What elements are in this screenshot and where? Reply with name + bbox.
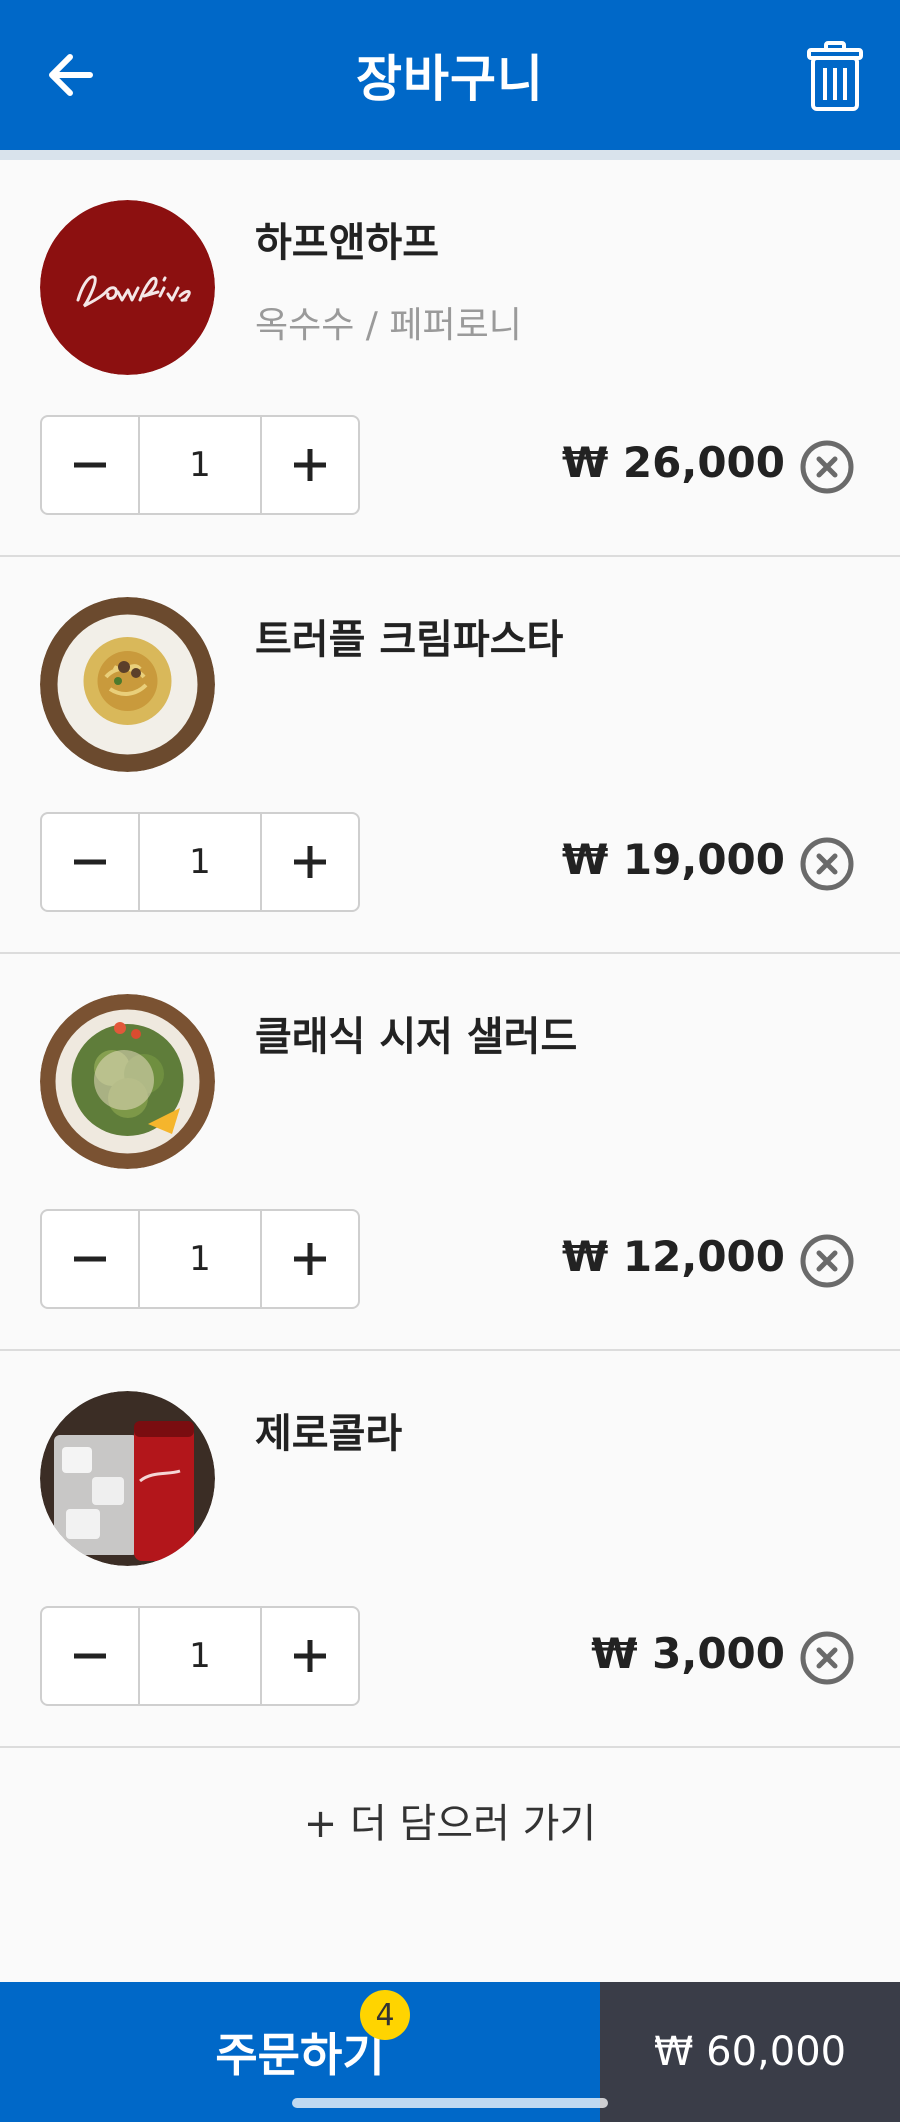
increase-quantity-button[interactable]: [262, 417, 358, 513]
quantity-stepper: 1: [40, 415, 360, 515]
item-price: ₩ 12,000: [561, 1232, 785, 1281]
item-image-lowfive-logo: [40, 200, 215, 375]
plus-icon: [294, 449, 326, 481]
minus-icon: [74, 859, 106, 865]
item-image-zero-cola-photo: [40, 1391, 215, 1566]
plus-icon: [294, 846, 326, 878]
remove-item-button[interactable]: [800, 837, 854, 891]
cart-item: 제로콜라 1 ₩ 3,000: [0, 1351, 900, 1748]
app-bar: 장바구니: [0, 0, 900, 150]
app-bar-shadow: [0, 150, 900, 160]
order-button-label: 주문하기: [215, 2028, 385, 2082]
remove-item-button[interactable]: [800, 1234, 854, 1288]
item-image-truffle-pasta-photo: [40, 597, 215, 772]
clear-cart-button[interactable]: [806, 40, 864, 112]
plus-icon: [294, 1243, 326, 1275]
quantity-value: 1: [138, 814, 262, 910]
back-button[interactable]: [40, 45, 100, 105]
remove-item-button[interactable]: [800, 440, 854, 494]
page-title: 장바구니: [356, 50, 544, 108]
increase-quantity-button[interactable]: [262, 1608, 358, 1704]
plus-icon: [294, 1640, 326, 1672]
item-name: 제로콜라: [255, 1411, 403, 1457]
home-indicator: [292, 2098, 608, 2108]
remove-item-button[interactable]: [800, 1631, 854, 1685]
close-circle-icon: [800, 837, 854, 891]
cart-item: 하프앤하프 옥수수 / 페퍼로니 1 ₩ 26,000: [0, 160, 900, 557]
add-more-button[interactable]: + 더 담으러 가기: [0, 1780, 900, 1860]
item-image-caesar-salad-photo: [40, 994, 215, 1169]
cart-item: 클래식 시저 샐러드 1 ₩ 12,000: [0, 954, 900, 1351]
item-option: 옥수수 / 페퍼로니: [255, 305, 522, 346]
cart-item: 트러플 크림파스타 1 ₩ 19,000: [0, 557, 900, 954]
item-name: 트러플 크림파스타: [255, 617, 564, 663]
quantity-value: 1: [138, 1211, 262, 1307]
item-price: ₩ 19,000: [561, 835, 785, 884]
close-circle-icon: [800, 440, 854, 494]
decrease-quantity-button[interactable]: [42, 417, 138, 513]
item-price: ₩ 26,000: [561, 438, 785, 487]
total-price: ₩ 60,000: [600, 1982, 900, 2122]
cart-count-badge: 4: [360, 1990, 410, 2040]
close-circle-icon: [800, 1631, 854, 1685]
quantity-value: 1: [138, 417, 262, 513]
quantity-stepper: 1: [40, 812, 360, 912]
item-price: ₩ 3,000: [591, 1629, 785, 1678]
quantity-value: 1: [138, 1608, 262, 1704]
quantity-stepper: 1: [40, 1606, 360, 1706]
increase-quantity-button[interactable]: [262, 814, 358, 910]
minus-icon: [74, 1256, 106, 1262]
quantity-stepper: 1: [40, 1209, 360, 1309]
increase-quantity-button[interactable]: [262, 1211, 358, 1307]
item-name: 클래식 시저 샐러드: [255, 1014, 578, 1060]
decrease-quantity-button[interactable]: [42, 1211, 138, 1307]
arrow-left-icon: [49, 54, 93, 96]
close-circle-icon: [800, 1234, 854, 1288]
minus-icon: [74, 462, 106, 468]
decrease-quantity-button[interactable]: [42, 814, 138, 910]
minus-icon: [74, 1653, 106, 1659]
decrease-quantity-button[interactable]: [42, 1608, 138, 1704]
item-name: 하프앤하프: [255, 220, 439, 266]
trash-icon: [807, 41, 863, 111]
